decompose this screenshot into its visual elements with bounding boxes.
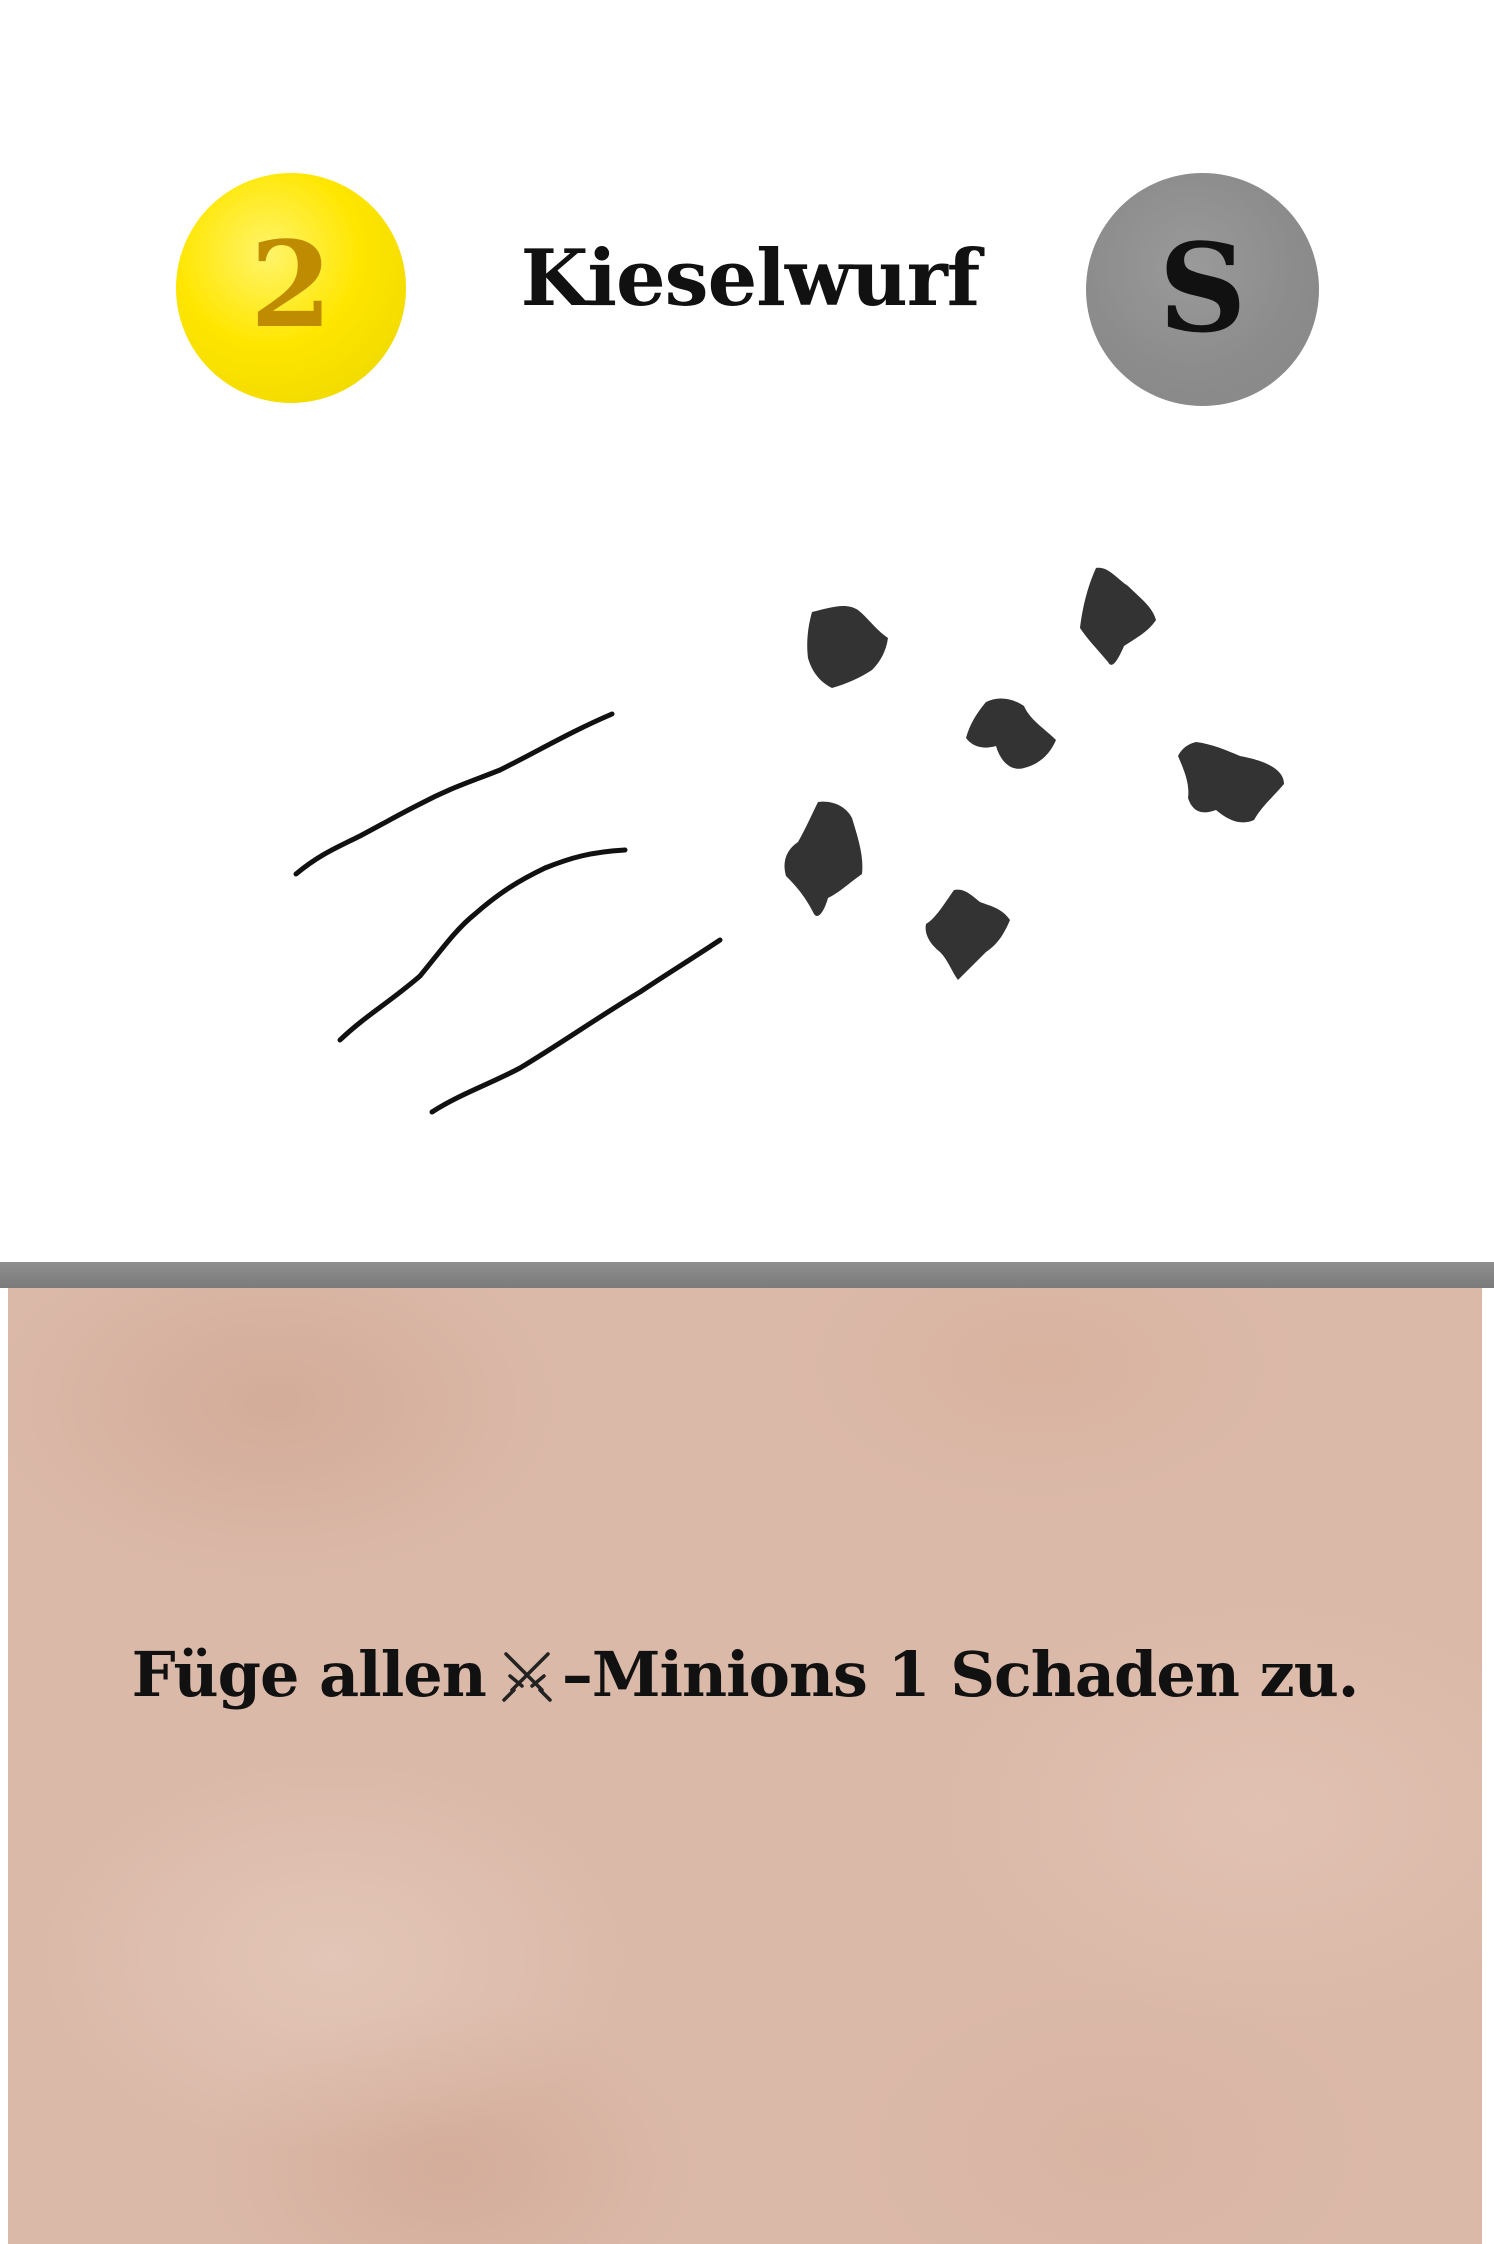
effect-text: Füge allen –Minions 1 Schaden zu. bbox=[8, 1644, 1482, 1706]
effect-panel: Füge allen –Minions 1 Schaden zu. bbox=[8, 1288, 1482, 2244]
pebble-icon bbox=[807, 606, 888, 688]
pebble-icon bbox=[925, 889, 1010, 980]
pebble-icon bbox=[1178, 742, 1284, 823]
card-title: Kieselwurf bbox=[520, 233, 981, 324]
motion-line bbox=[293, 711, 615, 877]
pebble-icon bbox=[784, 801, 863, 917]
cost-value: 2 bbox=[249, 215, 333, 354]
pebble-icon bbox=[1080, 567, 1156, 665]
crossed-swords-icon bbox=[502, 1652, 552, 1702]
motion-line bbox=[429, 937, 723, 1115]
type-badge: S bbox=[1086, 173, 1319, 406]
effect-text-before: Füge allen bbox=[131, 1638, 487, 1711]
section-divider bbox=[0, 1262, 1494, 1288]
cost-badge: 2 bbox=[176, 173, 406, 403]
type-value: S bbox=[1158, 215, 1247, 360]
pebble-throw-illustration bbox=[293, 567, 1284, 1115]
motion-line bbox=[337, 847, 628, 1043]
effect-text-after: –Minions 1 Schaden zu. bbox=[561, 1638, 1360, 1711]
pebble-icon bbox=[966, 698, 1056, 769]
game-card: 2 Kieselwurf S Füge allen –Minions 1 Sch… bbox=[0, 0, 1494, 2244]
